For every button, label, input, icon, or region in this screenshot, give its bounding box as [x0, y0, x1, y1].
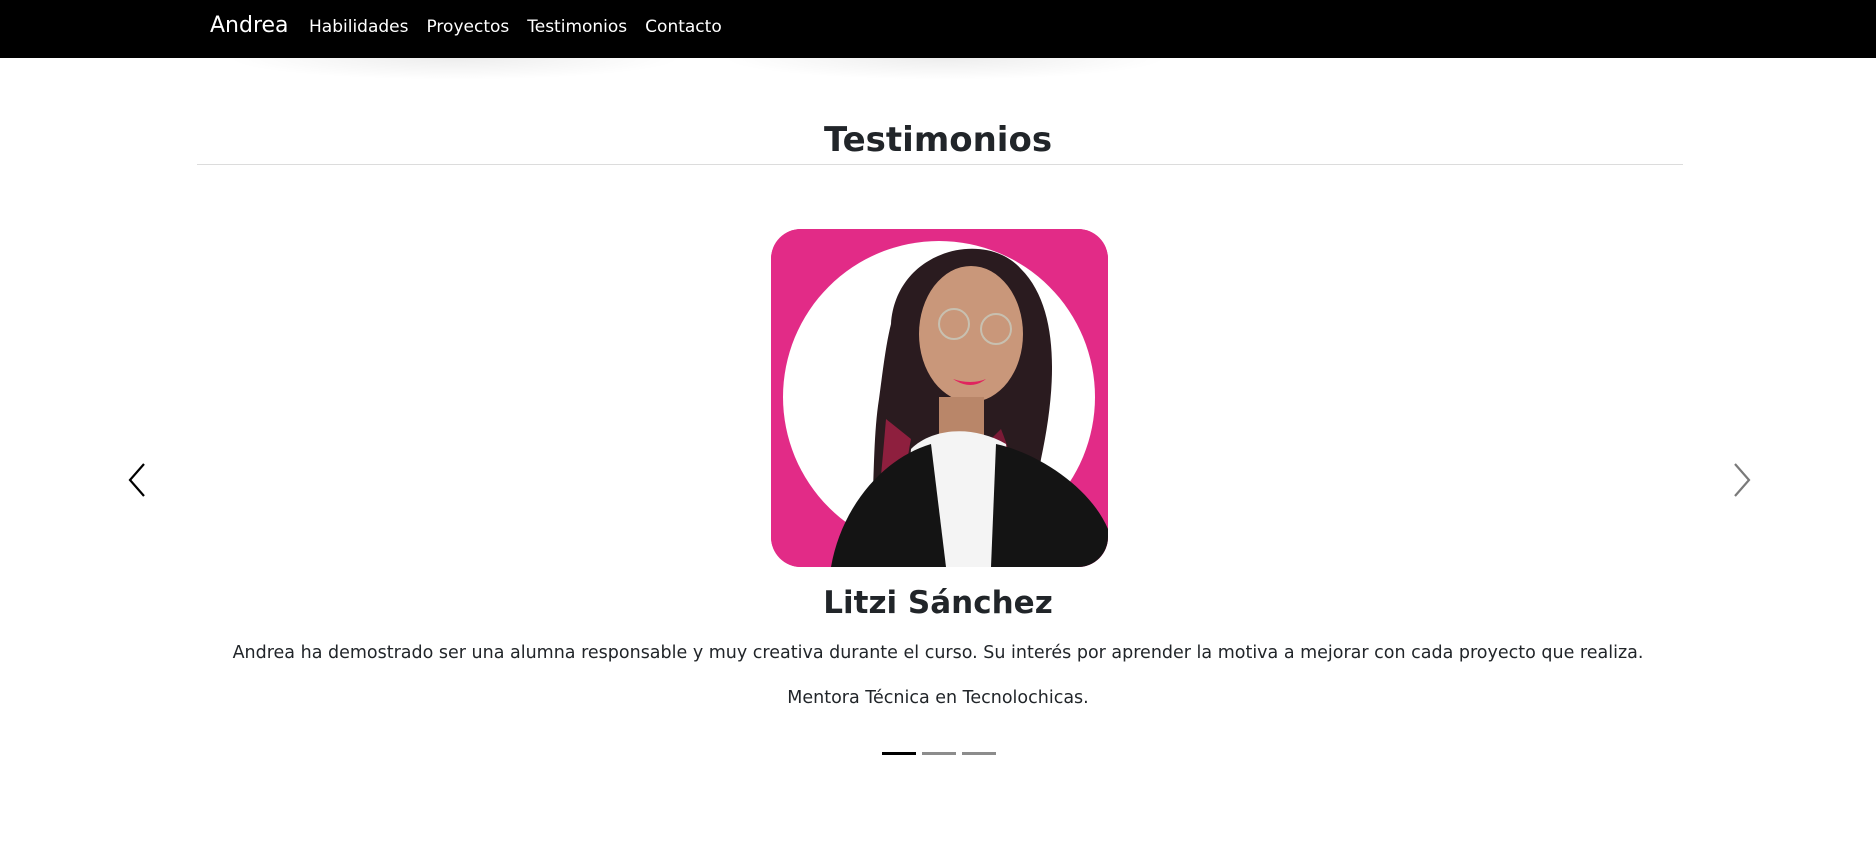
carousel-prev-button[interactable]	[118, 458, 158, 502]
nav-link-testimonios[interactable]: Testimonios	[527, 17, 627, 37]
nav-link-contacto[interactable]: Contacto	[645, 17, 722, 37]
carousel-indicators	[882, 752, 1002, 755]
nav-shadow	[225, 58, 685, 80]
carousel-indicator[interactable]	[962, 752, 996, 755]
nav-link-habilidades[interactable]: Habilidades	[309, 17, 408, 37]
navbar: Andrea Habilidades Proyectos Testimonios…	[0, 0, 1876, 58]
chevron-right-icon	[1734, 463, 1751, 497]
title-divider	[197, 164, 1683, 165]
carousel-next-button[interactable]	[1721, 458, 1761, 502]
chevron-left-icon	[128, 463, 145, 497]
testimonial-role: Mentora Técnica en Tecnolochicas.	[787, 688, 1089, 708]
testimonial-name: Litzi Sánchez	[823, 585, 1053, 621]
carousel-indicator[interactable]	[882, 752, 916, 755]
nav-shadow	[720, 58, 1170, 80]
brand-link[interactable]: Andrea	[210, 13, 289, 38]
nav-links: Habilidades Proyectos Testimonios Contac…	[309, 17, 740, 37]
section-title: Testimonios	[823, 120, 1053, 160]
nav-link-proyectos[interactable]: Proyectos	[426, 17, 509, 37]
testimonial-quote: Andrea ha demostrado ser una alumna resp…	[232, 643, 1644, 663]
portrait-image	[771, 229, 1108, 567]
carousel-indicator[interactable]	[922, 752, 956, 755]
testimonial-photo	[771, 229, 1108, 567]
